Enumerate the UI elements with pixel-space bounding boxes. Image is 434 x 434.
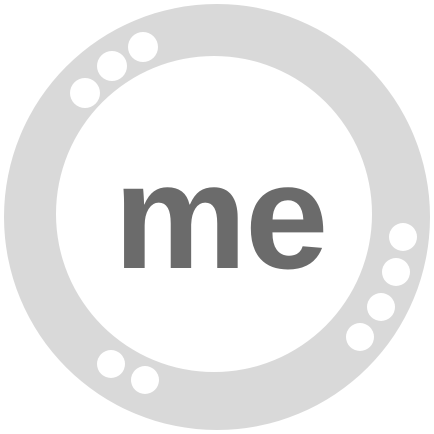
ring-dot — [382, 258, 410, 286]
ring-dot — [389, 223, 417, 251]
ring-dot — [346, 323, 374, 351]
logo-canvas: me — [0, 0, 434, 434]
ring-dot — [70, 78, 100, 108]
ring-dot — [367, 293, 395, 321]
ring-dot — [97, 51, 127, 81]
ring-dot — [128, 32, 158, 62]
logo-text: me — [114, 132, 327, 300]
me-ring-logo-icon: me — [4, 4, 430, 430]
ring-dot — [97, 350, 125, 378]
ring-dot — [131, 366, 159, 394]
